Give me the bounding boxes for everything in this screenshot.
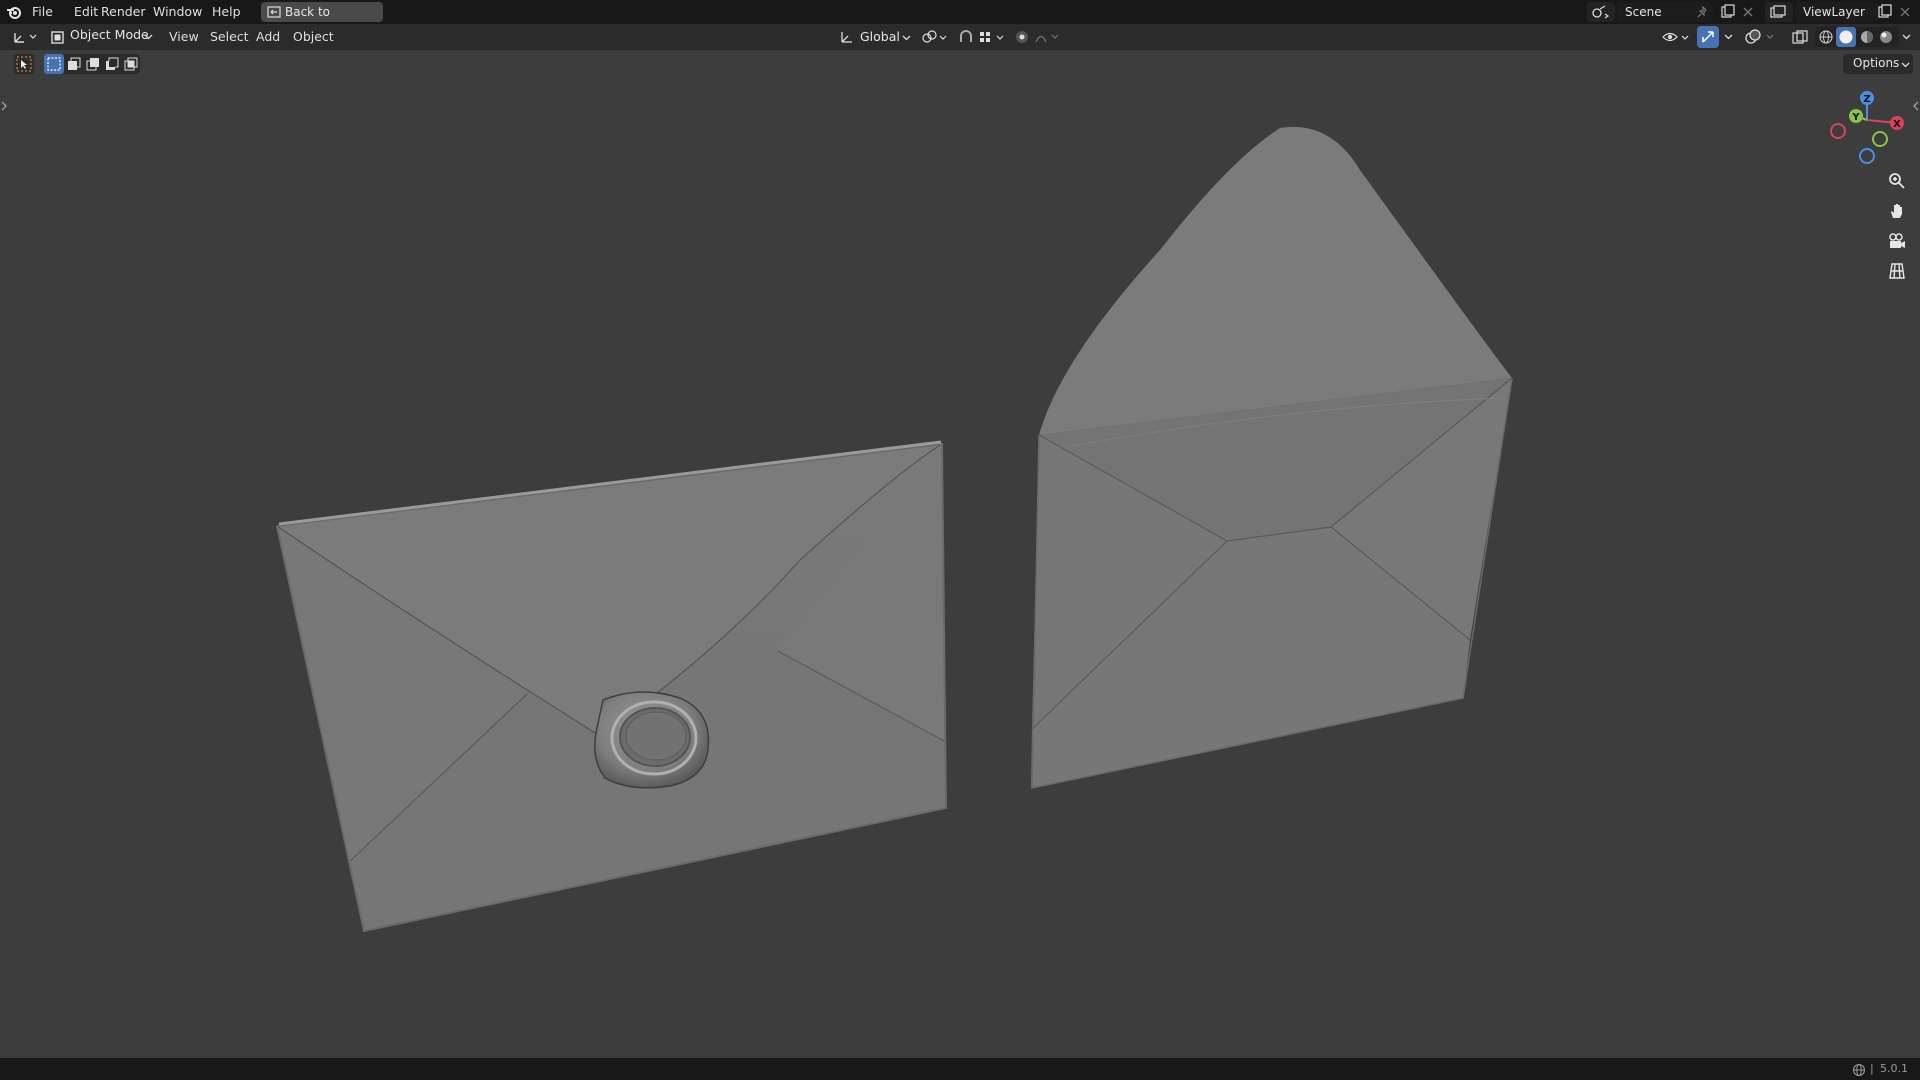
scene-icon xyxy=(1592,5,1610,19)
select-box-icon xyxy=(47,57,61,71)
wax-seal xyxy=(594,691,710,789)
zoom-icon xyxy=(1889,173,1905,189)
menu-window[interactable]: Window xyxy=(153,4,202,20)
scene-name: Scene xyxy=(1625,5,1662,19)
network-globe-icon[interactable] xyxy=(1852,1063,1866,1077)
snap-toggle[interactable] xyxy=(956,27,976,47)
shading-material-icon[interactable] xyxy=(1859,29,1875,45)
object-mode-dropdown[interactable]: Object Mode xyxy=(47,27,157,47)
status-bar: | 5.0.1 xyxy=(0,1058,1920,1080)
editor-type-icon xyxy=(14,33,37,43)
snap-icon xyxy=(960,30,972,42)
view-layer-name: ViewLayer xyxy=(1803,5,1865,19)
menu-edit[interactable]: Edit xyxy=(74,4,98,20)
view-object-types-icon xyxy=(1662,32,1689,42)
menu-file[interactable]: File xyxy=(32,4,53,20)
closed-envelope-model[interactable] xyxy=(276,440,948,933)
shading-solid-icon xyxy=(1839,30,1853,44)
gizmo-toggle[interactable] xyxy=(1697,26,1719,48)
menu-view[interactable]: View xyxy=(169,28,199,46)
back-icon xyxy=(267,6,281,18)
snap-target-dropdown[interactable] xyxy=(978,27,1008,47)
chevron-down-icon[interactable] xyxy=(1724,34,1733,40)
open-envelope-model[interactable] xyxy=(1031,126,1513,789)
view-layer-field[interactable]: ViewLayer xyxy=(1795,2,1879,22)
view-layer-type-button[interactable] xyxy=(1765,2,1793,22)
select-invert-icon[interactable] xyxy=(105,57,119,71)
back-to-previous-button[interactable]: Back to Previous xyxy=(261,2,383,39)
new-view-layer-icon[interactable] xyxy=(1877,4,1893,20)
navigation-gizmo[interactable]: Z Y X xyxy=(1826,86,1910,166)
gizmo-icon xyxy=(1702,31,1714,43)
menu-add[interactable]: Add xyxy=(256,28,280,46)
gizmo-x-label: X xyxy=(1893,119,1901,130)
select-extend-icon[interactable] xyxy=(67,57,81,71)
shading-solid-button[interactable] xyxy=(1836,27,1856,47)
pin-icon[interactable] xyxy=(1697,6,1709,18)
gizmo-neg-z-axis[interactable] xyxy=(1859,148,1875,164)
menu-render[interactable]: Render xyxy=(101,4,146,20)
active-tool-button[interactable] xyxy=(14,54,34,74)
options-label: Options xyxy=(1853,56,1900,70)
shading-mode-group xyxy=(1815,27,1899,47)
pivot-icon xyxy=(922,30,947,43)
transform-orientation-dropdown[interactable]: Global xyxy=(838,27,914,47)
top-bar: File Edit Render Window Help Back to Pre… xyxy=(0,0,1920,39)
viewport-scene[interactable] xyxy=(0,74,1920,1058)
overlay-toggle[interactable] xyxy=(1745,27,1777,47)
select-subtract-icon[interactable] xyxy=(86,57,100,71)
menu-object[interactable]: Object xyxy=(293,28,334,46)
proportional-edit-toggle[interactable] xyxy=(1015,27,1063,47)
select-cursor-icon xyxy=(16,56,32,72)
delete-scene-icon[interactable] xyxy=(1742,6,1754,18)
xray-toggle[interactable] xyxy=(1791,27,1809,47)
menu-select[interactable]: Select xyxy=(210,28,249,46)
blender-logo-icon[interactable] xyxy=(6,4,23,20)
grid-ortho-icon xyxy=(1889,263,1905,279)
snap-increment-icon xyxy=(980,32,1004,42)
delete-view-layer-icon[interactable] xyxy=(1899,6,1911,18)
shading-wireframe-icon[interactable] xyxy=(1818,29,1834,45)
object-mode-label: Object Mode xyxy=(70,27,149,42)
chevron-down-icon xyxy=(1901,62,1910,68)
object-mode-icon xyxy=(51,31,64,44)
version-label: 5.0.1 xyxy=(1880,1062,1908,1075)
xray-icon xyxy=(1792,30,1808,44)
overlay-icon xyxy=(1745,29,1774,44)
gizmo-neg-x-axis[interactable] xyxy=(1830,123,1846,139)
transform-orientation-label: Global xyxy=(860,29,900,44)
pivot-point-dropdown[interactable] xyxy=(921,27,949,47)
zoom-button[interactable] xyxy=(1883,167,1911,195)
options-dropdown[interactable]: Options xyxy=(1843,54,1913,74)
gizmo-y-label: Y xyxy=(1851,112,1860,123)
new-scene-icon[interactable] xyxy=(1720,4,1736,20)
scene-name-field[interactable]: Scene xyxy=(1617,2,1713,22)
editor-type-button[interactable] xyxy=(10,28,40,46)
chevron-down-icon xyxy=(144,34,153,40)
pan-hand-icon xyxy=(1891,204,1902,218)
menu-help[interactable]: Help xyxy=(212,4,241,20)
selection-mode-group xyxy=(44,54,140,74)
transform-orientation-icon xyxy=(841,32,852,43)
scene-type-button[interactable] xyxy=(1587,2,1615,22)
select-new-button[interactable] xyxy=(44,54,64,74)
chevron-down-icon[interactable] xyxy=(1902,34,1911,40)
chevron-down-icon xyxy=(902,35,911,41)
gizmo-neg-y-axis[interactable] xyxy=(1872,131,1888,147)
pan-button[interactable] xyxy=(1883,197,1911,225)
shading-rendered-icon[interactable] xyxy=(1878,29,1894,45)
camera-view-button[interactable] xyxy=(1883,227,1911,255)
status-separator: | xyxy=(1870,1062,1874,1075)
camera-icon xyxy=(1889,233,1905,248)
select-intersect-icon[interactable] xyxy=(124,57,138,71)
proportional-edit-icon xyxy=(1016,31,1059,43)
view-object-types-dropdown[interactable] xyxy=(1662,27,1692,47)
view-layer-icon xyxy=(1770,5,1786,18)
ortho-toggle-button[interactable] xyxy=(1883,257,1911,285)
gizmo-z-label: Z xyxy=(1863,94,1870,105)
